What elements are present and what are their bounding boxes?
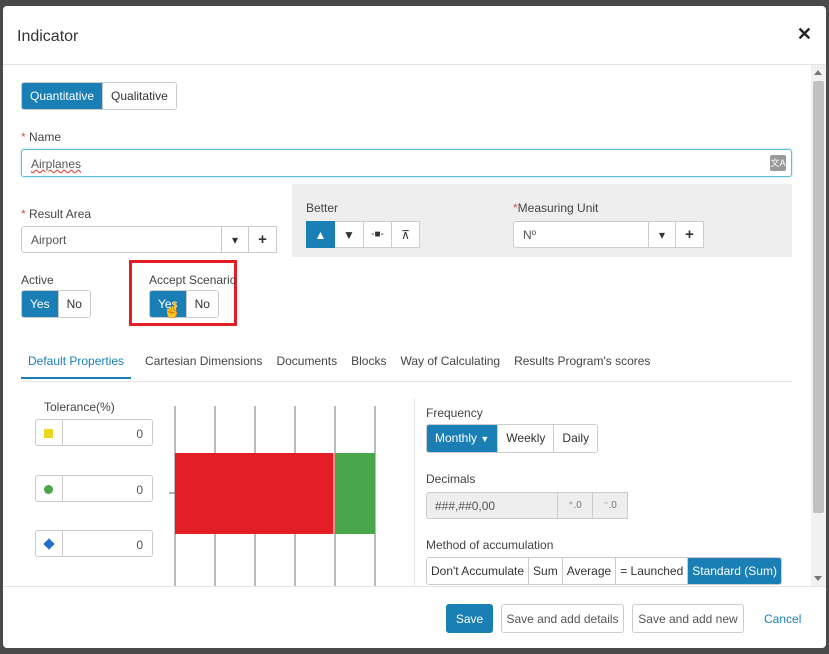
measuring-unit-input[interactable]: Nº	[513, 221, 649, 248]
accumulation-sum-option[interactable]: Sum	[528, 558, 562, 584]
tab-cartesian-dimensions[interactable]: Cartesian Dimensions	[145, 354, 262, 379]
chevron-down-icon[interactable]: ▾	[222, 226, 249, 253]
blue-diamond-icon	[43, 538, 55, 550]
quantitative-option[interactable]: Quantitative	[22, 83, 103, 109]
result-area-select: Airport ▾ +	[21, 226, 277, 253]
red-zone-bar	[175, 453, 335, 534]
field-divider	[62, 476, 63, 501]
active-toggle: Yes No	[21, 290, 91, 318]
tab-way-of-calculating[interactable]: Way of Calculating	[400, 354, 500, 379]
frequency-daily-option[interactable]: Daily	[553, 425, 598, 452]
name-field[interactable]: Airplanes 文A	[21, 149, 792, 177]
down-triangle-icon[interactable]: ▼	[335, 221, 364, 248]
frequency-label: Frequency	[426, 406, 483, 420]
tolerance-blue-value: 0	[136, 538, 143, 552]
tolerance-green-value: 0	[136, 483, 143, 497]
hand-cursor-icon: ☝	[163, 302, 182, 319]
dialog-scrollbar[interactable]	[811, 65, 826, 586]
dialog-title: Indicator	[17, 28, 79, 45]
name-value: Airplanes	[31, 157, 82, 171]
field-divider	[62, 531, 63, 556]
decimals-group: ###,##0,00 ⁺.0 ⁻.0	[426, 492, 628, 519]
accumulation-average-option[interactable]: Average	[561, 558, 616, 584]
active-no-option[interactable]: No	[57, 291, 90, 317]
tolerance-label: Tolerance(%)	[44, 400, 115, 414]
add-unit-button[interactable]: +	[676, 221, 704, 248]
chevron-down-icon[interactable]: ▾	[649, 221, 676, 248]
tab-blocks[interactable]: Blocks	[351, 354, 386, 379]
accept-scenario-no-option[interactable]: No	[185, 291, 218, 317]
yellow-square-icon	[44, 429, 53, 438]
scroll-down-icon[interactable]	[814, 576, 822, 581]
properties-tabs: Default Properties Cartesian Dimensions …	[21, 354, 664, 379]
scroll-up-icon[interactable]	[814, 70, 822, 75]
cancel-link[interactable]: Cancel	[764, 612, 801, 626]
target-icon[interactable]: -■-	[364, 221, 392, 248]
result-area-input[interactable]: Airport	[21, 226, 222, 253]
indicator-type-toggle: Quantitative Qualitative	[21, 82, 177, 110]
green-circle-icon	[44, 485, 53, 494]
dialog-body: Quantitative Qualitative * Name Airplane…	[3, 65, 811, 586]
accumulation-launched-option[interactable]: = Launched	[615, 558, 688, 584]
accumulation-toggle: Don't Accumulate Sum Average = Launched …	[426, 557, 782, 585]
save-and-add-details-button[interactable]: Save and add details	[501, 604, 624, 633]
accept-scenario-label: Accept Scenario	[149, 273, 237, 287]
frequency-weekly-option[interactable]: Weekly	[497, 425, 554, 452]
better-label: Better	[306, 201, 339, 215]
accumulation-standard-sum-option[interactable]: Standard (Sum)	[687, 558, 781, 584]
frequency-toggle: Monthly ▼ Weekly Daily	[426, 424, 599, 453]
footer-divider	[3, 586, 826, 587]
green-zone-bar	[335, 453, 375, 534]
translate-icon[interactable]: 文A	[770, 155, 786, 171]
accumulation-dont-accumulate-option[interactable]: Don't Accumulate	[427, 558, 529, 584]
dialog-header: Indicator ✕	[3, 6, 826, 65]
range-icon[interactable]: ⊼	[392, 221, 420, 248]
tolerance-blue-field[interactable]: 0	[35, 530, 153, 557]
column-divider	[414, 398, 415, 586]
result-area-label: * Result Area	[21, 207, 92, 221]
accept-scenario-toggle: Yes No	[149, 290, 219, 318]
tab-results-programs-scores[interactable]: Results Program's scores	[514, 354, 650, 379]
decimals-label: Decimals	[426, 472, 476, 486]
tabs-divider	[21, 381, 792, 382]
add-result-area-button[interactable]: +	[249, 226, 277, 253]
tab-default-properties[interactable]: Default Properties	[21, 354, 132, 379]
tolerance-chart	[169, 406, 376, 586]
tolerance-green-field[interactable]: 0	[35, 475, 153, 502]
indicator-dialog: Indicator ✕ Quantitative Qualitative * N…	[3, 6, 826, 648]
decrease-decimals-icon[interactable]: ⁻.0	[593, 492, 628, 519]
up-triangle-icon[interactable]: ▲	[306, 221, 335, 248]
name-label: * Name	[21, 130, 62, 144]
measuring-unit-select: Nº ▾ +	[513, 221, 704, 248]
save-button[interactable]: Save	[446, 604, 493, 633]
close-icon[interactable]: ✕	[797, 24, 812, 45]
qualitative-option[interactable]: Qualitative	[102, 83, 176, 109]
measuring-unit-label: *Measuring Unit	[513, 201, 599, 215]
scroll-thumb[interactable]	[813, 81, 824, 513]
better-unit-panel: Better ▲ ▼ -■- ⊼ *Measuring Unit Nº ▾ +	[292, 184, 792, 257]
decimals-input[interactable]: ###,##0,00	[426, 492, 558, 519]
tolerance-yellow-value: 0	[136, 427, 143, 441]
accumulation-label: Method of accumulation	[426, 538, 554, 552]
better-toggle: ▲ ▼ -■- ⊼	[306, 221, 420, 248]
tab-documents[interactable]: Documents	[276, 354, 337, 379]
frequency-monthly-option[interactable]: Monthly ▼	[427, 425, 498, 452]
increase-decimals-icon[interactable]: ⁺.0	[558, 492, 593, 519]
save-and-add-new-button[interactable]: Save and add new	[632, 604, 744, 633]
field-divider	[62, 420, 63, 445]
tolerance-yellow-field[interactable]: 0	[35, 419, 153, 446]
active-yes-option[interactable]: Yes	[22, 291, 58, 317]
active-label: Active	[21, 273, 54, 287]
